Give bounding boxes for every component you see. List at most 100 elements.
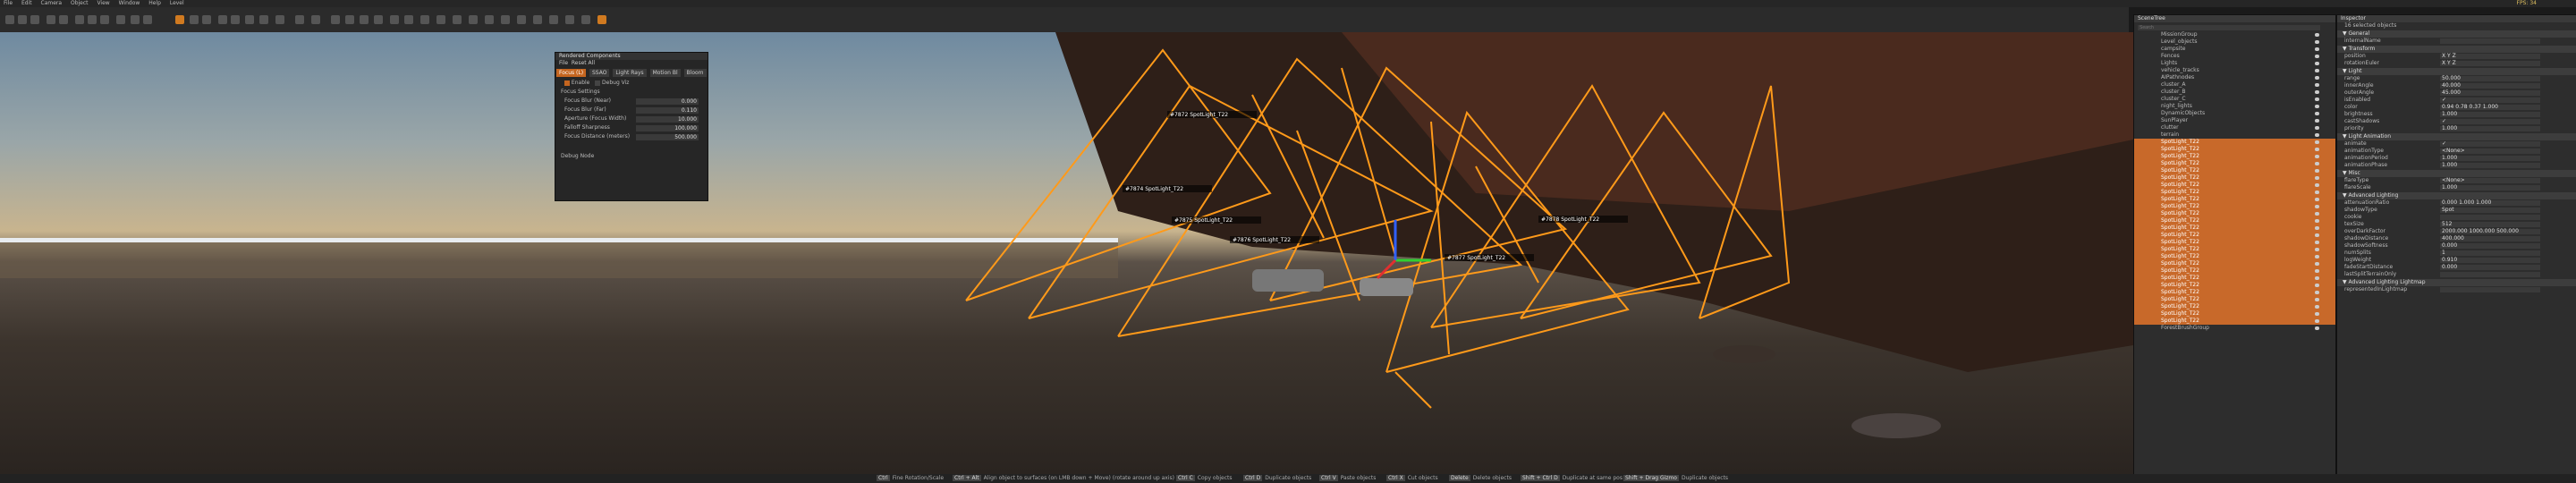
3d-viewport[interactable]: #7872 SpotLight_T22 #7874 SpotLight_T22 … — [0, 32, 2133, 474]
tree-item[interactable]: SpotLight_T22 — [2134, 182, 2335, 189]
decal-icon[interactable] — [453, 15, 462, 24]
eye-icon[interactable] — [2315, 276, 2319, 280]
tab-focus[interactable]: Focus (L) — [556, 69, 587, 77]
eye-icon[interactable] — [2315, 191, 2319, 194]
eye-icon[interactable] — [2315, 90, 2319, 94]
search-icon[interactable] — [275, 15, 284, 24]
eye-icon[interactable] — [2315, 126, 2319, 130]
tree-item[interactable]: DynamicObjects — [2134, 110, 2335, 117]
tree-item[interactable]: campsite — [2134, 46, 2335, 53]
pen-icon[interactable] — [360, 15, 369, 24]
edit-icon[interactable] — [597, 15, 606, 24]
tree-item[interactable]: SpotLight_T22 — [2134, 160, 2335, 167]
eye-icon[interactable] — [2315, 169, 2319, 173]
field-value-input[interactable]: 1.000 — [2440, 112, 2540, 117]
eye-icon[interactable] — [2315, 55, 2319, 58]
eye-icon[interactable] — [2315, 262, 2319, 266]
eye-icon[interactable] — [2315, 284, 2319, 287]
inspector-section-header[interactable]: ▼ Advanced Lighting — [2337, 192, 2576, 199]
menu-file[interactable]: File — [559, 60, 568, 66]
field-value-input[interactable] — [2440, 38, 2540, 44]
field-value-input[interactable]: Spot — [2440, 208, 2540, 213]
inspector-section-header[interactable]: ▼ Light Animation — [2337, 133, 2576, 140]
field-value-input[interactable]: 1 — [2440, 250, 2540, 256]
scale-tool-icon[interactable] — [202, 15, 211, 24]
tree-item[interactable]: night_lights — [2134, 103, 2335, 110]
tab-bloom[interactable]: Bloom — [683, 69, 707, 77]
tree-item[interactable]: SpotLight_T22 — [2134, 189, 2335, 196]
eye-icon[interactable] — [2315, 319, 2319, 323]
inspector-section-header[interactable]: ▼ Advanced Lighting Lightmap — [2337, 279, 2576, 286]
new-icon[interactable] — [5, 15, 14, 24]
tree-item[interactable]: cluster_C — [2134, 96, 2335, 103]
tree-item[interactable]: SpotLight_T22 — [2134, 174, 2335, 182]
eye-icon[interactable] — [2315, 205, 2319, 208]
field-value-input[interactable] — [2440, 272, 2540, 277]
brush-icon[interactable] — [374, 15, 383, 24]
eye-icon[interactable] — [2315, 119, 2319, 123]
enable-checkbox[interactable] — [564, 80, 570, 86]
tree-item[interactable]: MissionGroup — [2134, 31, 2335, 38]
tree-item[interactable]: SpotLight_T22 — [2134, 232, 2335, 239]
tree-item[interactable]: SunPlayer — [2134, 117, 2335, 124]
sound-icon[interactable] — [533, 15, 542, 24]
cursor-icon[interactable] — [331, 15, 340, 24]
field-value-input[interactable]: X Y Z — [2440, 61, 2540, 66]
scene-search-input[interactable] — [2138, 25, 2320, 30]
eye-icon[interactable] — [2315, 140, 2319, 144]
field-value-input[interactable]: ✓ — [2440, 141, 2540, 147]
eye-icon[interactable] — [2315, 219, 2319, 223]
inspector-section-header[interactable]: ▼ Misc — [2337, 170, 2576, 177]
eye-icon[interactable] — [2315, 33, 2319, 37]
tree-item[interactable]: SpotLight_T22 — [2134, 296, 2335, 303]
eye-icon[interactable] — [2315, 312, 2319, 316]
eye-icon[interactable] — [2315, 269, 2319, 273]
tree-item[interactable]: SpotLight_T22 — [2134, 253, 2335, 260]
field-value-input[interactable]: 45.000 — [2440, 90, 2540, 96]
plus-icon[interactable] — [311, 15, 320, 24]
setting-slider[interactable]: 0.110 — [636, 107, 699, 114]
tree-item[interactable]: SpotLight_T22 — [2134, 167, 2335, 174]
field-value-input[interactable]: 0.000 — [2440, 265, 2540, 270]
eye-icon[interactable] — [2315, 326, 2319, 330]
menu-object[interactable]: Object — [67, 0, 92, 7]
menu-level[interactable]: Level — [166, 0, 188, 7]
copy-icon[interactable] — [88, 15, 97, 24]
tree-item[interactable]: Lights — [2134, 60, 2335, 67]
field-value-input[interactable]: 1.000 — [2440, 163, 2540, 168]
menu-edit[interactable]: Edit — [18, 0, 36, 7]
eye-icon[interactable] — [2315, 198, 2319, 201]
road-icon[interactable] — [420, 15, 429, 24]
eye-icon[interactable] — [2315, 83, 2319, 87]
tree-item[interactable]: SpotLight_T22 — [2134, 239, 2335, 246]
eye-icon[interactable] — [2315, 226, 2319, 230]
eye-icon[interactable] — [2315, 162, 2319, 165]
tree-item[interactable]: SpotLight_T22 — [2134, 225, 2335, 232]
setting-slider[interactable]: 100.000 — [636, 125, 699, 131]
visibility-icon[interactable] — [565, 15, 574, 24]
eye-icon[interactable] — [2315, 305, 2319, 309]
eye-icon[interactable] — [2315, 97, 2319, 101]
setting-slider[interactable]: 10.000 — [636, 116, 699, 123]
select-tool-icon[interactable] — [131, 15, 140, 24]
eye-icon[interactable] — [2315, 241, 2319, 244]
tree-item[interactable]: SpotLight_T22 — [2134, 303, 2335, 310]
rotate-tool-icon[interactable] — [190, 15, 199, 24]
menu-window[interactable]: Window — [115, 0, 144, 7]
tree-item[interactable]: clutter — [2134, 124, 2335, 131]
eye-icon[interactable] — [2315, 148, 2319, 151]
link-icon[interactable] — [295, 15, 304, 24]
cut-icon[interactable] — [75, 15, 84, 24]
tree-item[interactable]: SpotLight_T22 — [2134, 282, 2335, 289]
inspector-section-header[interactable]: ▼ Transform — [2337, 46, 2576, 53]
inspector-section-header[interactable]: ▼ Light — [2337, 68, 2576, 75]
field-value-input[interactable] — [2440, 287, 2540, 292]
refresh-icon[interactable] — [245, 15, 254, 24]
tree-item[interactable]: SpotLight_T22 — [2134, 310, 2335, 318]
tree-item[interactable]: cluster_A — [2134, 81, 2335, 89]
field-value-input[interactable]: X Y Z — [2440, 54, 2540, 59]
eye-icon[interactable] — [2315, 298, 2319, 301]
filter-icon[interactable] — [581, 15, 590, 24]
tree-item[interactable]: vehicle_tracks — [2134, 67, 2335, 74]
eye-icon[interactable] — [2315, 62, 2319, 65]
